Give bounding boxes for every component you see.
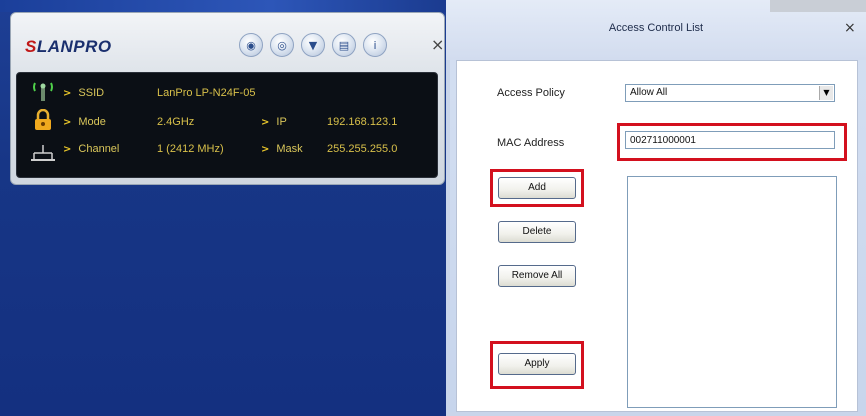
lanpro-close-button[interactable]: × (431, 35, 444, 54)
settings-icon[interactable]: ▤ (332, 33, 356, 57)
chevron-right-icon: > (63, 88, 72, 99)
lock-icon (34, 108, 52, 131)
access-control-list-dialog: Access Control List × Access Policy Allo… (446, 0, 866, 416)
network-icon[interactable]: ◉ (239, 33, 263, 57)
remove-all-button[interactable]: Remove All (498, 265, 576, 287)
mac-address-label: MAC Address (497, 137, 565, 149)
ssid-value: LanPro LP-N24F-05 (157, 87, 256, 99)
network-topology-icon (31, 143, 55, 163)
antenna-icon (31, 81, 55, 101)
dialog-title: Access Control List (608, 22, 704, 34)
mask-row: > Mask (261, 143, 303, 155)
chevron-down-icon[interactable]: ▼ (819, 86, 833, 100)
lanpro-logo: SLANPRO (25, 37, 112, 56)
lanpro-status-panel: > SSID LanPro LP-N24F-05 > Mode 2.4GHz > IP… (16, 72, 438, 178)
chevron-right-icon: > (63, 144, 72, 155)
mac-address-list[interactable] (627, 176, 837, 408)
access-policy-label: Access Policy (497, 87, 565, 99)
signal-icon[interactable]: ▼ (301, 33, 325, 57)
ip-row: > IP (261, 116, 287, 128)
chevron-right-icon: > (261, 117, 270, 128)
mac-address-input[interactable] (625, 131, 835, 149)
top-right-tab-strip (770, 0, 866, 12)
chevron-right-icon: > (261, 144, 270, 155)
lanpro-toolbar: ◉ ◎ ▼ ▤ i (239, 33, 387, 57)
dialog-close-button[interactable]: × (844, 20, 856, 36)
mask-value: 255.255.255.0 (327, 143, 398, 155)
lanpro-utility-window: SLANPRO ◉ ◎ ▼ ▤ i × > SSID LanPro LP-N24… (0, 0, 452, 416)
dialog-body: Access Policy Allow All ▼ MAC Address Ad… (456, 60, 858, 412)
profile-icon[interactable]: ◎ (270, 33, 294, 57)
delete-button[interactable]: Delete (498, 221, 576, 243)
channel-value: 1 (2412 MHz) (157, 143, 224, 155)
mode-value: 2.4GHz (157, 116, 195, 128)
chevron-right-icon: > (63, 117, 72, 128)
mode-row: > Mode (63, 116, 106, 128)
apply-button[interactable]: Apply (498, 353, 576, 375)
channel-row: > Channel (63, 143, 120, 155)
add-button[interactable]: Add (498, 177, 576, 199)
window-top-strip (0, 0, 452, 12)
info-icon[interactable]: i (363, 33, 387, 57)
access-policy-select[interactable]: Allow All ▼ (625, 84, 835, 102)
ip-value: 192.168.123.1 (327, 116, 398, 128)
access-policy-value: Allow All (630, 87, 668, 98)
ssid-row: > SSID (63, 87, 105, 99)
